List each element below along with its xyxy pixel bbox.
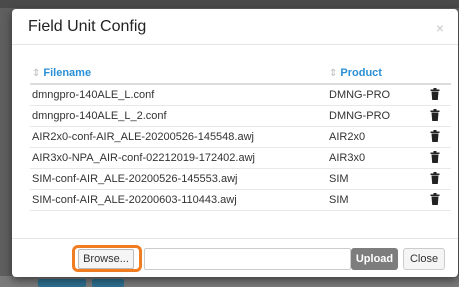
table-row: AIR3x0-NPA_AIR-conf-02212019-172402.awj A… (30, 148, 451, 169)
column-header-label: Filename (43, 67, 92, 79)
browse-button[interactable]: Browse... (78, 249, 134, 269)
trash-icon[interactable] (430, 88, 440, 100)
trash-icon[interactable] (430, 172, 440, 184)
column-header-product[interactable]: ⇕ Product (329, 67, 382, 79)
product-cell: SIM (329, 173, 349, 185)
product-cell: AIR2x0 (329, 131, 366, 143)
column-header-filename[interactable]: ⇕ Filename (32, 67, 91, 79)
product-cell: SIM (329, 194, 349, 206)
filename-cell: AIR3x0-NPA_AIR-conf-02212019-172402.awj (32, 152, 255, 164)
filename-cell: dmngpro-140ALE_L.conf (32, 89, 155, 101)
dialog-header: Field Unit Config × (12, 9, 458, 45)
product-cell: DMNG-PRO (329, 110, 391, 122)
background-badge (38, 279, 86, 287)
table-row: AIR2x0-conf-AIR_ALE-20200526-145548.awj A… (30, 127, 451, 148)
trash-icon[interactable] (430, 193, 440, 205)
table-row: SIM-conf-AIR_ALE-20200526-145553.awj SIM (30, 169, 451, 190)
filename-cell: AIR2x0-conf-AIR_ALE-20200526-145548.awj (32, 131, 254, 143)
table-row: SIM-conf-AIR_ALE-20200603-110443.awj SIM (30, 190, 451, 211)
field-unit-config-dialog: Field Unit Config × ⇕ Filename ⇕ Product d… (12, 9, 458, 277)
product-cell: DMNG-PRO (329, 89, 391, 101)
table-header: ⇕ Filename ⇕ Product (30, 64, 451, 85)
close-button[interactable]: Close (403, 248, 445, 270)
trash-icon[interactable] (430, 130, 440, 142)
upload-button[interactable]: Upload (351, 248, 398, 270)
trash-icon[interactable] (430, 109, 440, 121)
table-body: dmngpro-140ALE_L.conf DMNG-PRO dmngpro-140… (30, 85, 451, 211)
dialog-title: Field Unit Config (28, 18, 147, 35)
trash-icon[interactable] (430, 151, 440, 163)
product-cell: AIR3x0 (329, 152, 366, 164)
close-icon[interactable]: × (436, 20, 444, 36)
config-files-table: ⇕ Filename ⇕ Product dmngpro-140ALE_L.conf… (30, 64, 451, 211)
background-badge (92, 279, 124, 287)
table-row: dmngpro-140ALE_L_2.conf DMNG-PRO (30, 106, 451, 127)
filename-cell: dmngpro-140ALE_L_2.conf (32, 110, 167, 122)
table-row: dmngpro-140ALE_L.conf DMNG-PRO (30, 85, 451, 106)
column-header-label: Product (340, 67, 382, 79)
dialog-footer: Browse... Upload Close (12, 238, 458, 277)
sort-icon: ⇕ (32, 68, 41, 79)
sort-icon: ⇕ (329, 68, 338, 79)
background-navbar (0, 0, 459, 8)
filename-cell: SIM-conf-AIR_ALE-20200603-110443.awj (32, 194, 237, 206)
filename-cell: SIM-conf-AIR_ALE-20200526-145553.awj (32, 173, 238, 185)
selected-file-field[interactable] (144, 248, 351, 270)
